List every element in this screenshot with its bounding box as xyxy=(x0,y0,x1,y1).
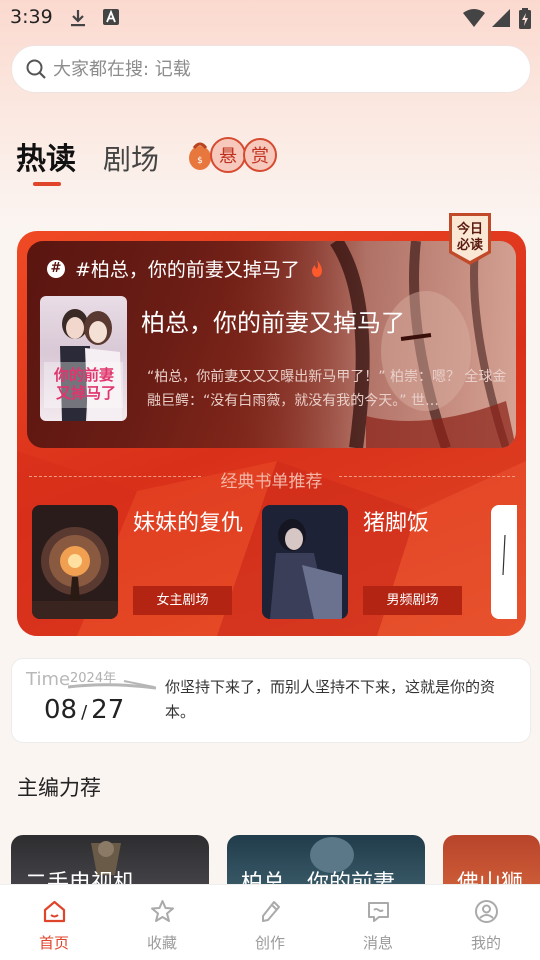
book-cover[interactable] xyxy=(262,505,348,619)
profile-icon xyxy=(475,900,498,923)
tab-reward[interactable]: $ 悬 赏 xyxy=(186,136,278,174)
hero-title[interactable]: 柏总，你的前妻又掉马了 xyxy=(141,303,405,338)
nav-profile-label: 我的 xyxy=(470,934,501,952)
quote-time-label: Time xyxy=(26,669,71,690)
cover-title-art: 你的前妻 又掉马了 xyxy=(53,366,116,402)
nav-favorites-label: 收藏 xyxy=(146,934,177,952)
status-time: 3:39 xyxy=(10,6,53,28)
book-tag[interactable]: 女主剧场 xyxy=(133,586,232,615)
message-icon xyxy=(368,902,389,922)
quote-text: 你坚持下来了，而别人坚持不下来，这就是你的资本。 xyxy=(165,678,496,721)
reward-char-1: 悬 xyxy=(219,146,237,167)
cover-title-line-1: 你的前妻 xyxy=(53,366,114,384)
nav-messages[interactable]: 消息 xyxy=(324,885,432,960)
search-icon xyxy=(26,59,46,79)
hashtag-icon: # xyxy=(47,259,65,278)
bottom-navigation: 首页 收藏 创作 消息 我的 xyxy=(0,884,540,960)
svg-text:$: $ xyxy=(197,156,203,166)
quote-month: 08 xyxy=(44,695,78,725)
download-icon xyxy=(71,10,85,27)
signal-icon xyxy=(492,9,510,27)
hero-description: “柏总，你前妻又又又曝出新马甲了！” 柏崇：嗯？ 全球金融巨鳄：“没有白雨薇，就… xyxy=(147,369,507,409)
book-cover[interactable] xyxy=(32,505,118,619)
quote-day: 27 xyxy=(91,695,125,725)
status-bar: 3:39 xyxy=(0,0,540,38)
section-divider-right xyxy=(339,476,515,477)
star-icon xyxy=(151,900,174,922)
partial-cover-art xyxy=(502,534,506,576)
nav-home-label: 首页 xyxy=(38,934,69,952)
font-notification-icon xyxy=(103,9,119,25)
nav-favorites[interactable]: 收藏 xyxy=(108,885,216,960)
search-bar[interactable] xyxy=(11,45,531,93)
home-icon xyxy=(43,900,66,923)
nav-create[interactable]: 创作 xyxy=(216,885,324,960)
tab-theater[interactable]: 剧场 xyxy=(103,138,159,178)
date-separator: / xyxy=(81,702,88,723)
hero-book-cover[interactable]: 你的前妻 又掉马了 xyxy=(40,296,127,421)
nav-profile[interactable]: 我的 xyxy=(432,885,540,960)
fire-icon xyxy=(311,259,322,277)
reward-char-2: 赏 xyxy=(251,146,269,167)
nav-messages-label: 消息 xyxy=(362,934,393,952)
quote-date: 08/27 xyxy=(44,695,124,725)
wifi-icon xyxy=(463,9,485,27)
hero-topic[interactable]: # #柏总，你的前妻又掉马了 xyxy=(47,255,326,282)
brush-stroke-decoration xyxy=(68,680,157,690)
search-input[interactable] xyxy=(53,58,493,80)
book-cover-art-sister xyxy=(32,505,118,619)
pen-icon xyxy=(262,901,280,922)
daily-quote-card: Time 2024年 08/27 你坚持下来了，而别人坚持不下来，这就是你的资本… xyxy=(11,658,531,743)
editor-picks-title: 主编力荐 xyxy=(17,776,101,800)
tab-hot-read[interactable]: 热读 xyxy=(16,134,76,178)
badge-line-2: 必读 xyxy=(456,237,483,253)
featured-card: # #柏总，你的前妻又掉马了 你的前妻 又掉马了 柏总，你的前妻又掉马了 “柏总… xyxy=(17,231,526,636)
tab-active-indicator xyxy=(33,182,61,186)
book-title[interactable]: 妹妹的复仇 xyxy=(133,509,243,538)
book-title[interactable]: 猪脚饭 xyxy=(363,509,473,538)
book-tag[interactable]: 男频剧场 xyxy=(363,586,462,615)
nav-home[interactable]: 首页 xyxy=(0,885,108,960)
nav-create-label: 创作 xyxy=(254,934,285,952)
topic-label: #柏总，你的前妻又掉马了 xyxy=(75,259,300,281)
book-cover-art-pork xyxy=(262,505,348,619)
cover-title-line-2: 又掉马了 xyxy=(56,384,116,402)
featured-hero[interactable]: # #柏总，你的前妻又掉马了 你的前妻 又掉马了 柏总，你的前妻又掉马了 “柏总… xyxy=(27,241,516,448)
book-card-partial[interactable] xyxy=(491,505,517,619)
today-must-read-badge: 今日 必读 xyxy=(449,213,491,265)
section-title: 经典书单推荐 xyxy=(220,472,323,492)
badge-line-1: 今日 xyxy=(456,221,483,237)
battery-icon xyxy=(519,8,531,29)
